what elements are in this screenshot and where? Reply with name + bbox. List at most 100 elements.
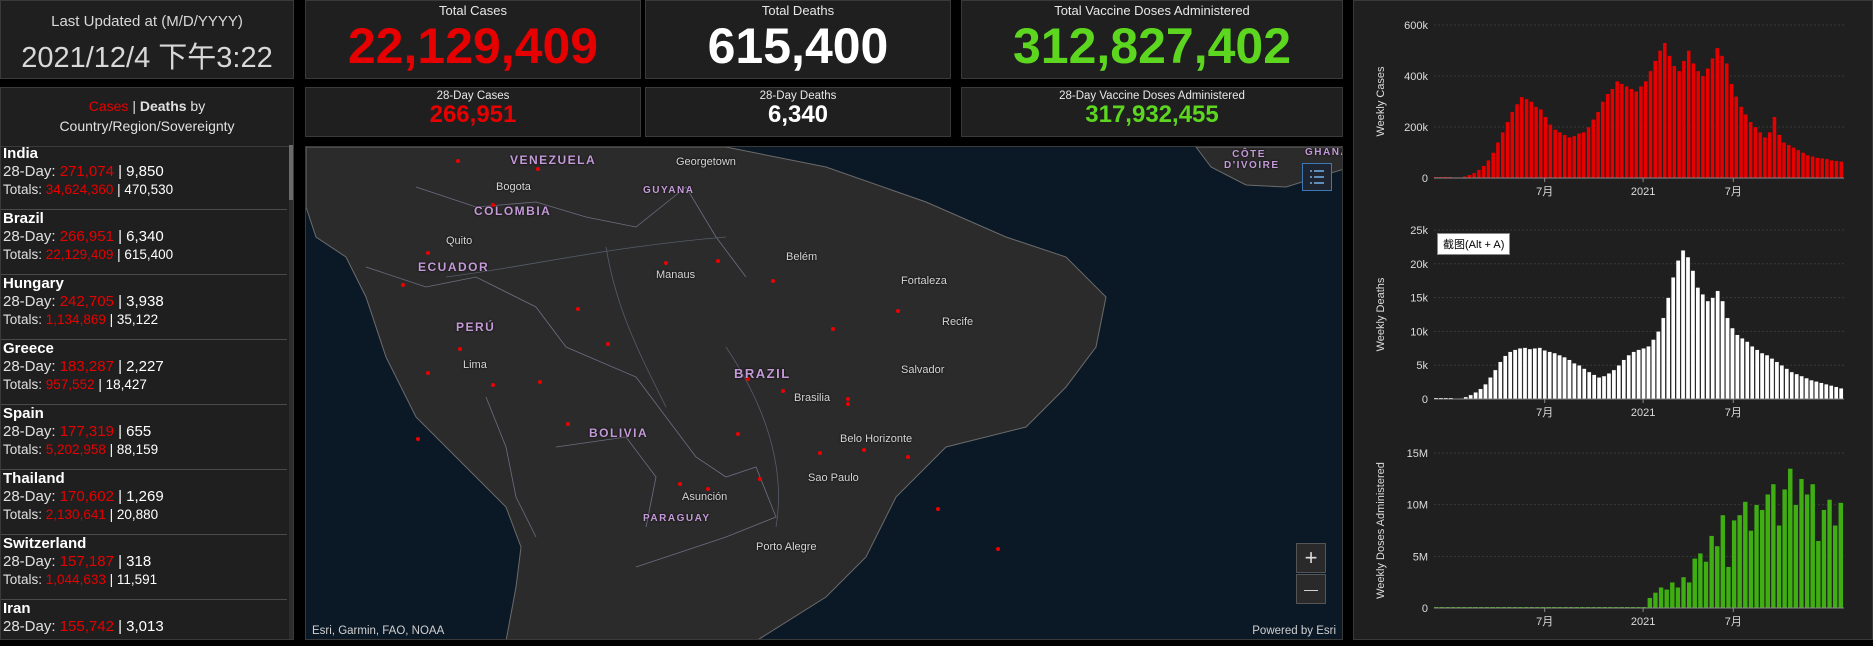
bar[interactable]: [1639, 86, 1643, 178]
bar[interactable]: [1692, 558, 1697, 608]
bar[interactable]: [1760, 510, 1765, 608]
bar[interactable]: [1696, 287, 1700, 399]
bar[interactable]: [1745, 342, 1749, 399]
bar[interactable]: [1625, 86, 1629, 178]
case-marker[interactable]: [896, 309, 900, 313]
bar[interactable]: [1508, 352, 1512, 399]
bar[interactable]: [1681, 577, 1686, 608]
case-marker[interactable]: [846, 397, 850, 401]
bar[interactable]: [1670, 582, 1675, 608]
bar[interactable]: [1510, 112, 1514, 178]
bar[interactable]: [1577, 365, 1581, 399]
bar[interactable]: [1814, 381, 1818, 399]
bar[interactable]: [1788, 469, 1793, 609]
bar[interactable]: [1637, 350, 1641, 399]
bar[interactable]: [1839, 161, 1843, 178]
map-view[interactable]: VENEZUELA COLOMBIA ECUADOR PERÚ BRAZIL B…: [305, 146, 1343, 640]
bar[interactable]: [1754, 505, 1759, 608]
list-item-brazil[interactable]: Brazil 28-Day: 266,951 | 6,340 Totals: 2…: [1, 210, 287, 275]
bar[interactable]: [1553, 353, 1557, 399]
case-marker[interactable]: [401, 283, 405, 287]
bar[interactable]: [1691, 271, 1695, 399]
bar[interactable]: [1810, 484, 1815, 608]
case-marker[interactable]: [664, 261, 668, 265]
bar[interactable]: [1664, 589, 1669, 608]
bar[interactable]: [1612, 370, 1616, 399]
bar[interactable]: [1720, 56, 1724, 178]
bar[interactable]: [1820, 158, 1824, 178]
bar[interactable]: [1750, 346, 1754, 399]
bar[interactable]: [1597, 377, 1601, 399]
bar[interactable]: [1572, 136, 1576, 178]
bar[interactable]: [1668, 56, 1672, 178]
bar[interactable]: [1809, 380, 1813, 399]
case-marker[interactable]: [771, 279, 775, 283]
cases-tab[interactable]: Cases: [89, 98, 129, 114]
bar[interactable]: [1737, 515, 1742, 608]
case-marker[interactable]: [426, 251, 430, 255]
bar[interactable]: [1815, 158, 1819, 178]
list-item-india[interactable]: India 28-Day: 271,074 | 9,850 Totals: 34…: [1, 145, 287, 210]
bar[interactable]: [1491, 153, 1495, 179]
bar[interactable]: [1804, 378, 1808, 399]
bar[interactable]: [1725, 63, 1729, 178]
bar[interactable]: [1830, 160, 1834, 178]
list-scrollbar[interactable]: [289, 145, 294, 639]
bar[interactable]: [1716, 291, 1720, 399]
bar[interactable]: [1558, 132, 1562, 178]
bar[interactable]: [1827, 500, 1832, 609]
bar[interactable]: [1632, 352, 1636, 399]
list-item-hungary[interactable]: Hungary 28-Day: 242,705 | 3,938 Totals: …: [1, 275, 287, 340]
bar[interactable]: [1795, 374, 1799, 399]
bar[interactable]: [1644, 81, 1648, 178]
map-attribution[interactable]: Esri, Garmin, FAO, NOAA: [312, 625, 444, 637]
bar[interactable]: [1622, 360, 1626, 399]
bar[interactable]: [1739, 107, 1743, 178]
bar[interactable]: [1834, 161, 1838, 178]
bar[interactable]: [1765, 355, 1769, 399]
bar[interactable]: [1824, 384, 1828, 399]
bar[interactable]: [1682, 61, 1686, 178]
zoom-out-button[interactable]: —: [1296, 574, 1326, 604]
list-item-thailand[interactable]: Thailand 28-Day: 170,602 | 1,269 Totals:…: [1, 470, 287, 535]
bar[interactable]: [1711, 298, 1715, 399]
bar[interactable]: [1503, 356, 1507, 399]
case-marker[interactable]: [781, 389, 785, 393]
bar[interactable]: [1687, 51, 1691, 179]
case-marker[interactable]: [831, 327, 835, 331]
bar[interactable]: [1658, 51, 1662, 179]
bar[interactable]: [1646, 346, 1650, 399]
case-marker[interactable]: [566, 422, 570, 426]
bar[interactable]: [1577, 133, 1581, 178]
bar[interactable]: [1529, 102, 1533, 179]
bar[interactable]: [1627, 355, 1631, 399]
bar[interactable]: [1567, 137, 1571, 178]
bar[interactable]: [1785, 369, 1789, 399]
bar[interactable]: [1681, 250, 1685, 399]
bar[interactable]: [1805, 494, 1810, 608]
bar[interactable]: [1656, 331, 1660, 399]
bar[interactable]: [1539, 109, 1543, 178]
bar[interactable]: [1496, 142, 1500, 178]
bar[interactable]: [1734, 96, 1738, 178]
bar[interactable]: [1780, 365, 1784, 399]
case-marker[interactable]: [906, 455, 910, 459]
bar[interactable]: [1819, 383, 1823, 399]
bar[interactable]: [1647, 598, 1652, 608]
list-item-switzerland[interactable]: Switzerland 28-Day: 157,187 | 318 Totals…: [1, 535, 287, 600]
bar[interactable]: [1800, 376, 1804, 399]
bar[interactable]: [1687, 582, 1692, 608]
case-marker[interactable]: [538, 380, 542, 384]
bar[interactable]: [1833, 525, 1838, 608]
bar[interactable]: [1534, 107, 1538, 178]
bar[interactable]: [1651, 340, 1655, 399]
bar[interactable]: [1520, 97, 1524, 178]
case-marker[interactable]: [716, 259, 720, 263]
bar[interactable]: [1483, 384, 1487, 399]
bar[interactable]: [1601, 102, 1605, 179]
bar[interactable]: [1469, 395, 1473, 399]
bar[interactable]: [1649, 71, 1653, 178]
bar[interactable]: [1653, 61, 1657, 178]
bar[interactable]: [1770, 358, 1774, 399]
bar[interactable]: [1720, 515, 1725, 608]
